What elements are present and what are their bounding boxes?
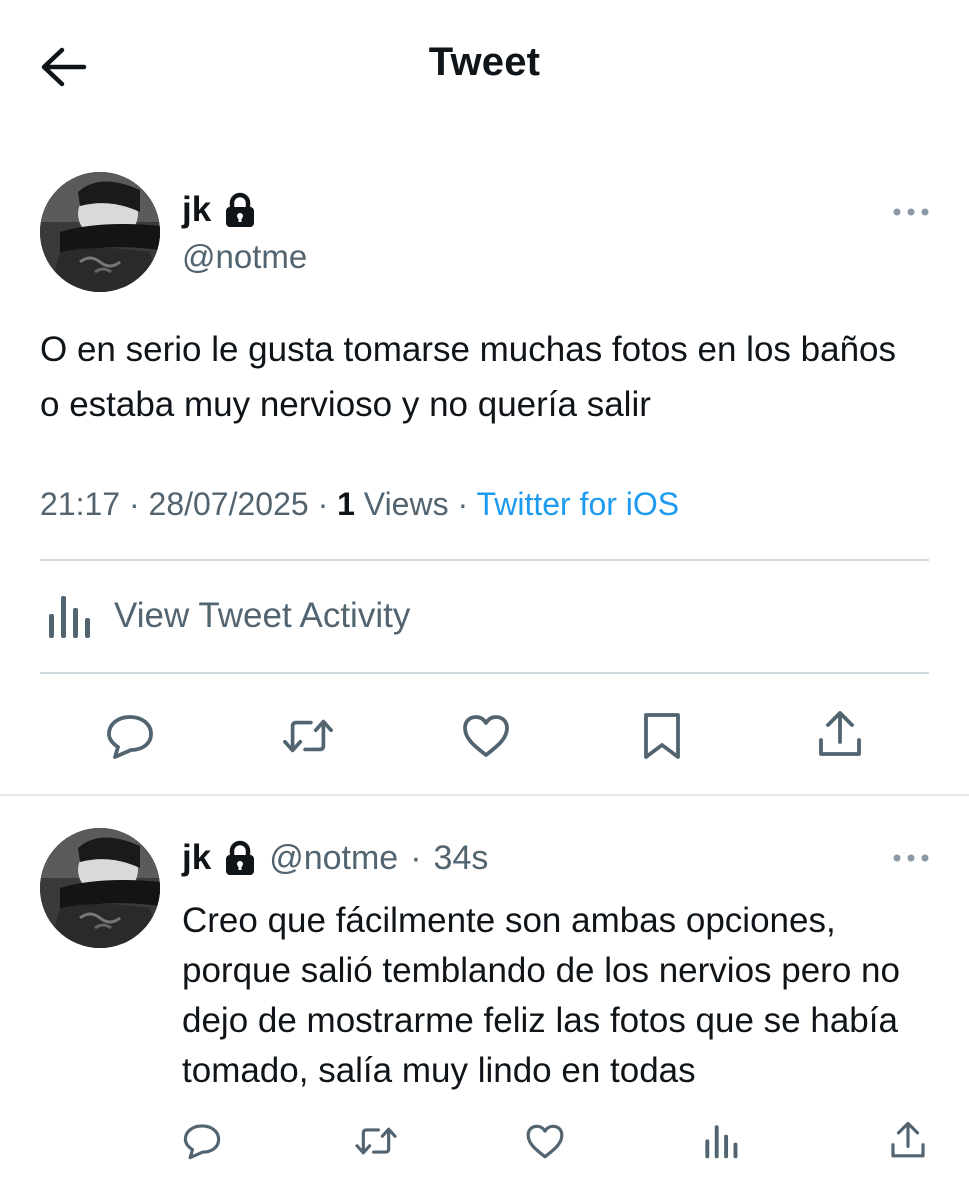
reply-retweet-button[interactable] bbox=[353, 1118, 399, 1164]
reply-text: Creo que fácilmente son ambas opciones, … bbox=[182, 901, 900, 1090]
page-title: Tweet bbox=[428, 40, 541, 84]
tweet-meta: 21:17 · 28/07/2025 · 1 Views · Twitter f… bbox=[40, 486, 679, 523]
reply-reply-button[interactable] bbox=[179, 1118, 225, 1164]
share-button[interactable] bbox=[814, 708, 866, 760]
author-name-row: jk bbox=[182, 190, 257, 230]
bookmark-button[interactable] bbox=[636, 710, 688, 762]
more-icon bbox=[893, 208, 929, 216]
reply-icon bbox=[183, 1124, 221, 1160]
share-icon bbox=[819, 711, 861, 756]
meta-separator: · bbox=[128, 486, 149, 522]
tweet-source-link[interactable]: Twitter for iOS bbox=[476, 486, 679, 522]
reply-share-button[interactable] bbox=[885, 1117, 931, 1163]
divider bbox=[40, 559, 929, 561]
avatar[interactable] bbox=[40, 172, 160, 292]
views-count: 1 bbox=[337, 486, 355, 522]
like-icon bbox=[463, 715, 509, 757]
lock-icon bbox=[223, 192, 257, 228]
divider bbox=[40, 672, 929, 674]
like-button[interactable] bbox=[460, 710, 512, 762]
like-icon bbox=[526, 1124, 564, 1158]
reply-author-handle[interactable]: @notme bbox=[269, 839, 398, 878]
more-options-button[interactable] bbox=[890, 200, 932, 224]
bookmark-icon bbox=[644, 713, 680, 759]
share-icon bbox=[891, 1121, 925, 1158]
reply-icon bbox=[107, 715, 153, 759]
activity-label: View Tweet Activity bbox=[114, 596, 411, 635]
reply-like-button[interactable] bbox=[522, 1118, 568, 1164]
reply-avatar[interactable] bbox=[40, 828, 160, 948]
view-tweet-activity-link[interactable]: View Tweet Activity bbox=[46, 592, 410, 640]
lock-icon bbox=[223, 840, 257, 876]
reply-button[interactable] bbox=[104, 710, 156, 762]
tweet-time: 21:17 bbox=[40, 486, 121, 522]
retweet-icon bbox=[355, 1127, 397, 1155]
meta-separator: · bbox=[457, 486, 477, 522]
reply-more-options-button[interactable] bbox=[890, 846, 932, 870]
author-handle[interactable]: @notme bbox=[182, 238, 307, 276]
author-name[interactable]: jk bbox=[182, 190, 211, 230]
meta-separator: · bbox=[410, 838, 422, 877]
tweet-text: O en serio le gusta tomarse muchas fotos… bbox=[40, 330, 897, 424]
retweet-button[interactable] bbox=[282, 710, 334, 762]
tweet-date: 28/07/2025 bbox=[148, 486, 309, 522]
reply-analytics-button[interactable] bbox=[698, 1118, 744, 1164]
analytics-icon bbox=[705, 1125, 738, 1159]
meta-separator: · bbox=[317, 486, 338, 522]
views-label: Views bbox=[363, 486, 449, 522]
reply-age: 34s bbox=[433, 838, 489, 877]
reply-header: jk @notme · 34s bbox=[182, 838, 488, 878]
retweet-icon bbox=[283, 719, 333, 753]
more-icon bbox=[893, 854, 929, 862]
analytics-icon bbox=[49, 596, 90, 638]
reply-author-name[interactable]: jk bbox=[182, 838, 211, 878]
section-divider bbox=[0, 794, 969, 796]
